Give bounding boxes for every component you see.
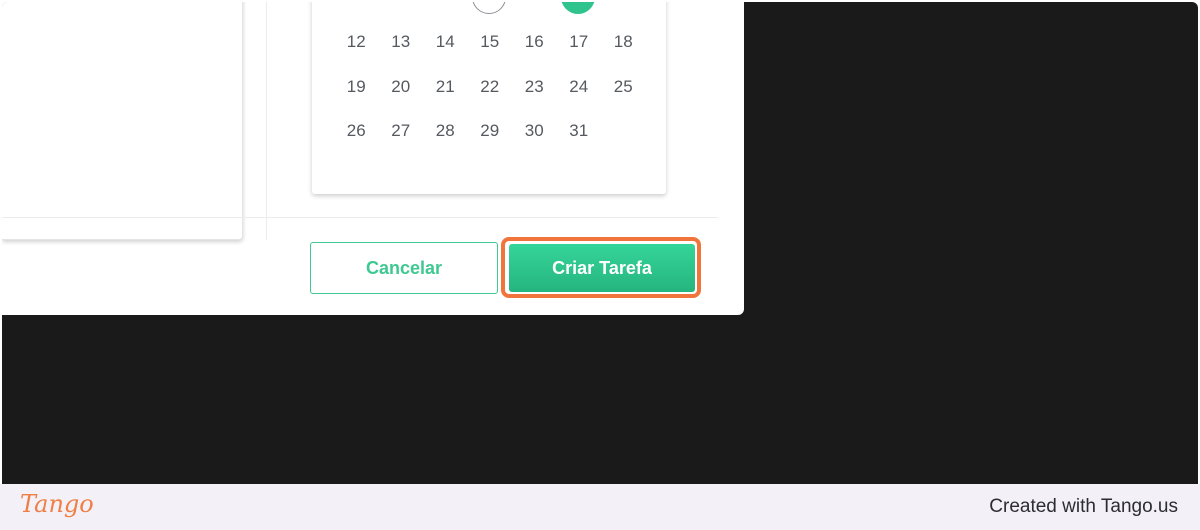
calendar-day[interactable]: 30	[512, 109, 557, 154]
today-day-marker[interactable]	[472, 2, 506, 14]
calendar-day-empty	[601, 109, 646, 154]
calendar-day[interactable]: 22	[468, 65, 513, 110]
calendar-day[interactable]: 21	[423, 65, 468, 110]
calendar-day[interactable]: 20	[379, 65, 424, 110]
calendar-day[interactable]: 27	[379, 109, 424, 154]
modal-divider	[2, 217, 718, 218]
tango-credit-text: Created with Tango.us	[989, 496, 1178, 517]
calendar-day[interactable]: 19	[334, 65, 379, 110]
calendar-day[interactable]: 28	[423, 109, 468, 154]
column-divider	[266, 2, 267, 240]
selected-day-marker[interactable]	[561, 2, 595, 14]
calendar-day[interactable]: 31	[557, 109, 602, 154]
create-task-button[interactable]: Criar Tarefa	[509, 244, 695, 292]
calendar-day[interactable]: 15	[468, 20, 513, 65]
calendar-day[interactable]: 24	[557, 65, 602, 110]
date-picker-calendar: 12 13 14 15 16 17 18 19 20 21 22 23 24 2…	[312, 2, 666, 194]
calendar-day[interactable]: 14	[423, 20, 468, 65]
tango-logo: Tango	[20, 490, 94, 518]
modal-backdrop: 12 13 14 15 16 17 18 19 20 21 22 23 24 2…	[2, 2, 1198, 484]
cancel-button[interactable]: Cancelar	[310, 242, 498, 294]
tango-footer: Tango Created with Tango.us	[0, 484, 1200, 530]
task-details-card	[2, 2, 243, 240]
calendar-day[interactable]: 18	[601, 20, 646, 65]
calendar-day[interactable]: 25	[601, 65, 646, 110]
calendar-day[interactable]: 16	[512, 20, 557, 65]
calendar-day[interactable]: 26	[334, 109, 379, 154]
create-task-modal: 12 13 14 15 16 17 18 19 20 21 22 23 24 2…	[2, 2, 744, 315]
calendar-day[interactable]: 29	[468, 109, 513, 154]
calendar-day[interactable]: 17	[557, 20, 602, 65]
calendar-days-grid: 12 13 14 15 16 17 18 19 20 21 22 23 24 2…	[334, 20, 646, 154]
calendar-day[interactable]: 12	[334, 20, 379, 65]
calendar-day[interactable]: 23	[512, 65, 557, 110]
screenshot-frame: 12 13 14 15 16 17 18 19 20 21 22 23 24 2…	[0, 0, 1200, 530]
calendar-day[interactable]: 13	[379, 20, 424, 65]
